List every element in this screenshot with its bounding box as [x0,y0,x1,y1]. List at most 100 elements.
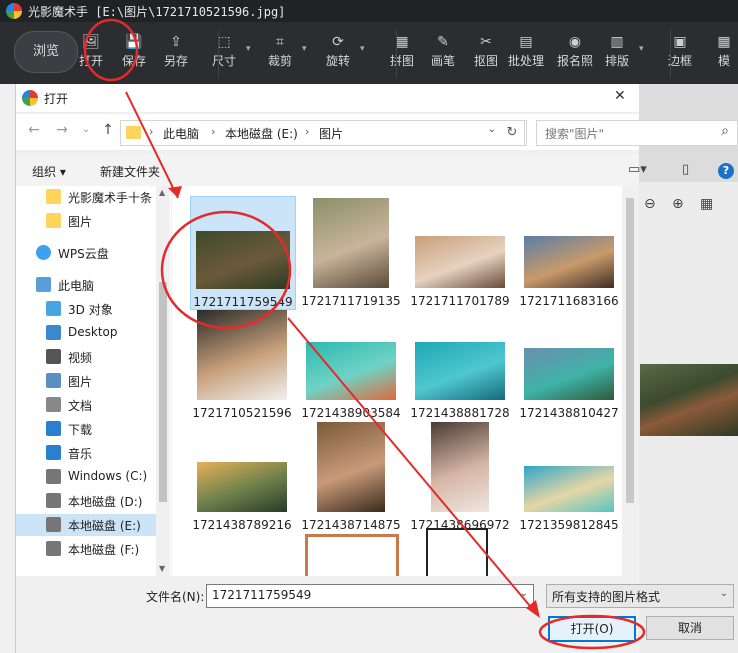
up-arrow-icon[interactable]: ↑ [100,122,116,138]
grid-view-icon[interactable]: ▦ [700,196,718,214]
forward-arrow-icon[interactable]: → [54,122,70,138]
file-name: 1721438881728 [410,406,510,420]
organize-menu[interactable]: 组织 ▾ [32,163,66,180]
nav-item[interactable]: 下载 [16,418,156,440]
nav-item[interactable]: 光影魔术手十条 [16,186,156,208]
open-button[interactable]: 打开(O) [548,616,636,642]
refresh-button[interactable]: ↻ [500,120,525,146]
chevron-down-icon[interactable]: ⌄ [720,588,728,599]
preview-pane-icon[interactable]: ▯ [682,162,689,177]
filename-value[interactable]: 1721711759549 [212,588,311,602]
tool-label: 画笔 [430,54,455,68]
file-scrollbar[interactable] [622,186,638,576]
nav-item-label: 3D 对象 [68,303,113,317]
tool-collage-button[interactable]: ▦ 拼图 [382,34,422,69]
nav-item[interactable]: WPS云盘 [16,242,156,264]
tool-rotate-button[interactable]: ⟳ 旋转 [318,34,358,69]
nav-item[interactable]: 图片 [16,210,156,232]
tool-dropdown-icon[interactable]: ▾ [360,44,365,54]
tool-batch-button[interactable]: ▤ 批处理 [506,34,546,69]
file-item[interactable]: 1721438696972 [408,420,512,532]
nav-item[interactable]: Windows (C:) [16,466,156,488]
tool-dropdown-icon[interactable]: ▾ [302,44,307,54]
tool-frame-button[interactable]: ▣ 边框 [660,34,700,69]
file-item[interactable]: 1721711701789 [408,196,512,308]
nav-item[interactable]: 本地磁盘 (F:) [16,538,156,560]
tool-cutout-button[interactable]: ✂ 抠图 [466,34,506,69]
nav-item-label: 音乐 [68,447,93,461]
tool-brush-button[interactable]: ✎ 画笔 [423,34,463,69]
tool-template-button[interactable]: ▦ 模 [704,34,738,69]
cancel-button[interactable]: 取消 [646,616,734,640]
file-item[interactable]: 1721711719135 [299,196,403,308]
scroll-down-icon[interactable]: ▼ [159,564,165,573]
file-item[interactable]: 1721438714875 [299,420,403,532]
view-options-icon[interactable]: ▭▾ [628,162,647,177]
breadcrumb-pictures[interactable]: 图片 [319,125,343,142]
tool-dropdown-icon[interactable]: ▾ [246,44,251,54]
rotate-icon: ⟳ [332,34,344,50]
tool-layout-button[interactable]: ▥ 排版 [597,34,637,69]
nav-item[interactable]: 文档 [16,394,156,416]
file-item[interactable]: 1721438881728 [408,308,512,420]
breadcrumb-drive-e[interactable]: 本地磁盘 (E:) [225,125,298,142]
file-scroll-thumb[interactable] [626,198,634,503]
toolbar-divider [396,30,397,78]
tool-id-photo-button[interactable]: ◉ 报名照 [555,34,595,69]
zoom-in-icon[interactable]: ⊕ [672,196,690,214]
address-bar[interactable]: › 此电脑 › 本地磁盘 (E:) › 图片 ⌄ [120,120,527,146]
recent-dropdown-icon[interactable]: ⌄ [78,122,94,138]
nav-item-label: 本地磁盘 (D:) [68,495,143,509]
tool-crop-button[interactable]: ⌗ 裁剪 [260,34,300,69]
cutout-icon: ✂ [480,34,492,50]
address-dropdown-icon[interactable]: ⌄ [488,124,496,135]
tool-label: 拼图 [389,54,414,68]
nav-scrollbar[interactable]: ▲ ▼ [156,186,170,576]
tool-save-button[interactable]: 💾 保存 [114,34,154,69]
search-icon: ⌕ [721,123,729,139]
tool-label: 旋转 [325,54,350,68]
breadcrumb-this-pc[interactable]: 此电脑 [163,125,199,142]
file-item[interactable]: 1721438810427 [517,308,621,420]
file-item[interactable]: 1721711683166 [517,196,621,308]
brush-icon: ✎ [437,34,449,50]
nav-item[interactable]: Desktop [16,322,156,344]
tool-open-image-button[interactable]: 🖼 打开 [71,34,111,69]
search-input[interactable]: 搜索"图片" [545,125,604,142]
file-item[interactable]: 1721359812845 [517,420,621,532]
file-item[interactable]: 1721710521596 [190,308,294,420]
nav-item[interactable]: 图片 [16,370,156,392]
nav-item[interactable]: 本地磁盘 (D:) [16,490,156,512]
nav-item[interactable]: 3D 对象 [16,298,156,320]
close-icon[interactable]: ✕ [614,88,626,104]
help-icon[interactable]: ? [718,163,734,179]
file-item[interactable]: 1721438789216 [190,420,294,532]
nav-item[interactable]: 视频 [16,346,156,368]
file-thumbnail-partial [426,528,488,576]
nav-item[interactable]: 音乐 [16,442,156,464]
new-folder-button[interactable]: 新建文件夹 [100,163,160,180]
dialog-titlebar: 打开 ✕ [16,84,639,112]
nav-item[interactable]: 本地磁盘 (E:) [16,514,156,536]
nav-item[interactable]: 此电脑 [16,274,156,296]
file-item[interactable]: 1721438903584 [299,308,403,420]
filename-dropdown-icon[interactable]: ⌄ [520,588,528,599]
tool-resize-button[interactable]: ⬚ 尺寸 [204,34,244,69]
tool-label: 报名照 [556,54,593,68]
back-arrow-icon[interactable]: ← [26,122,42,138]
search-box[interactable]: 搜索"图片" ⌕ [536,120,738,146]
breadcrumb-separator-icon: › [149,125,154,138]
nav-scroll-thumb[interactable] [159,282,167,502]
browse-button[interactable]: 浏览 [14,31,78,73]
filetype-select[interactable]: 所有支持的图片格式 ⌄ [546,584,734,608]
app-titlebar: 光影魔术手 [E:\图片\1721710521596.jpg] [0,0,738,22]
zoom-out-icon[interactable]: ⊖ [644,196,662,214]
tool-dropdown-icon[interactable]: ▾ [639,44,644,54]
file-item[interactable]: 1721711759549 [190,196,296,310]
file-name: 1721359812845 [519,518,619,532]
save-as-icon: ⇪ [170,34,182,50]
scroll-up-icon[interactable]: ▲ [159,188,165,197]
filetype-value[interactable]: 所有支持的图片格式 [552,588,660,605]
filename-input[interactable]: 1721711759549 ⌄ [206,584,534,608]
tool-save-as-button[interactable]: ⇪ 另存 [156,34,196,69]
